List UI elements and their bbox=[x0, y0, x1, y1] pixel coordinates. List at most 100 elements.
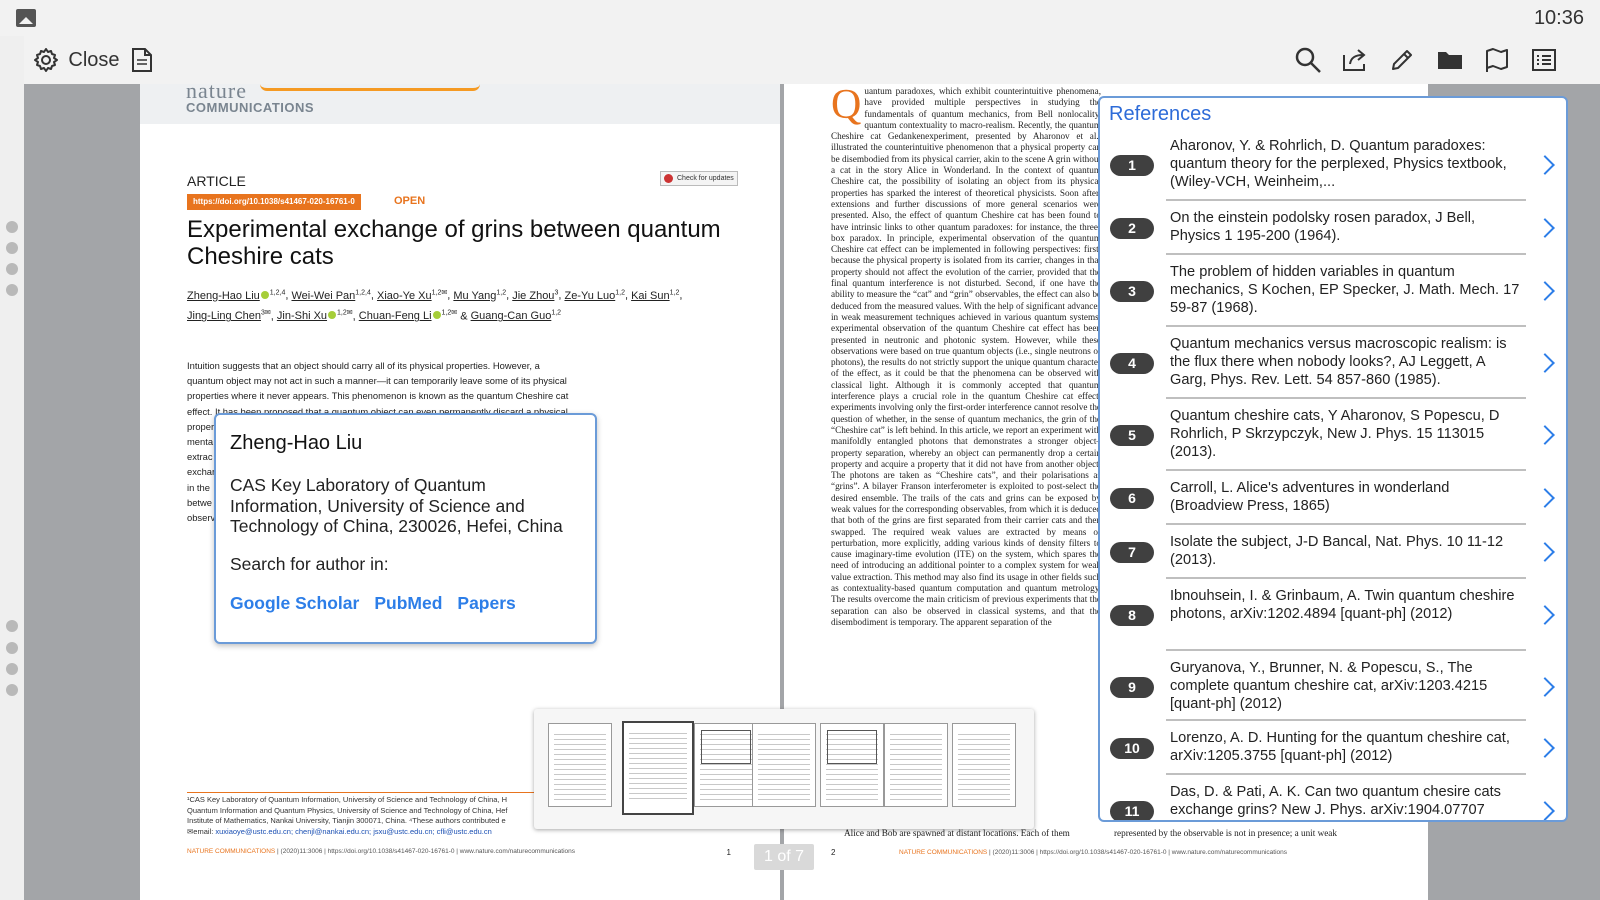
chevron-right-icon[interactable] bbox=[1535, 676, 1555, 697]
chevron-right-icon[interactable] bbox=[1535, 541, 1555, 562]
reference-text: Guryanova, Y., Brunner, N. & Popescu, S.… bbox=[1170, 660, 1488, 712]
reference-divider bbox=[1166, 773, 1526, 775]
pubmed-link[interactable]: PubMed bbox=[374, 593, 442, 614]
reference-item[interactable]: 8 Ibnouhsein, I. & Grinbaum, A. Twin quan… bbox=[1100, 588, 1566, 648]
page-footer: NATURE COMMUNICATIONS | (2020)11:3006 | … bbox=[187, 848, 747, 857]
check-for-updates-button[interactable]: Check for updates bbox=[660, 171, 738, 186]
page-thumbnail[interactable] bbox=[694, 723, 758, 807]
reference-number: 9 bbox=[1110, 676, 1154, 698]
bookmark-flag-icon[interactable] bbox=[1481, 36, 1513, 84]
author-link[interactable]: Xiao-Ye Xu1,2✉ bbox=[377, 289, 447, 302]
handle-dot bbox=[6, 242, 18, 254]
orcid-icon[interactable] bbox=[328, 311, 337, 320]
handle-dot bbox=[6, 263, 18, 275]
reference-item[interactable]: 9 Guryanova, Y., Brunner, N. & Popescu, S… bbox=[1100, 660, 1566, 720]
chevron-right-icon[interactable] bbox=[1535, 800, 1555, 820]
reference-text: Lorenzo, A. D. Hunting for the quantum c… bbox=[1170, 730, 1510, 764]
author-link[interactable]: Chuan-Feng Li 1,2✉ bbox=[359, 310, 457, 323]
chevron-right-icon[interactable] bbox=[1535, 737, 1555, 758]
reference-item[interactable]: 1 Aharonov, Y. & Rohrlich, D. Quantum par… bbox=[1100, 138, 1566, 198]
page-thumbnail[interactable] bbox=[622, 721, 694, 815]
article-title: Experimental exchange of grins between q… bbox=[187, 216, 721, 270]
reference-text: Isolate the subject, J-D Bancal, Nat. Ph… bbox=[1170, 534, 1504, 568]
body-text-tail: Alice and Bob are spawned at distant loc… bbox=[844, 828, 1070, 838]
reference-item[interactable]: 7 Isolate the subject, J-D Bancal, Nat. P… bbox=[1100, 534, 1566, 594]
orcid-icon[interactable] bbox=[432, 311, 441, 320]
author-search-links: Google Scholar PubMed Papers bbox=[230, 593, 516, 614]
abstract-line: quantum object may not act in such a man… bbox=[187, 375, 567, 387]
left-edge-handle[interactable] bbox=[0, 36, 24, 900]
chevron-right-icon[interactable] bbox=[1535, 217, 1555, 238]
author-emails[interactable]: xuxiaoye@ustc.edu.cn; chenjl@nankai.edu.… bbox=[215, 827, 491, 836]
footer-citation: | (2020)11:3006 | https://doi.org/10.103… bbox=[987, 849, 1288, 856]
list-icon[interactable] bbox=[1528, 36, 1560, 84]
journal-header: nature COMMUNICATIONS bbox=[140, 84, 780, 124]
status-clock: 10:36 bbox=[1533, 7, 1584, 29]
search-icon[interactable] bbox=[1292, 36, 1324, 84]
author-link[interactable]: Jie Zhou3 bbox=[512, 289, 558, 302]
chevron-right-icon[interactable] bbox=[1535, 280, 1555, 301]
reference-divider bbox=[1166, 397, 1526, 399]
pencil-icon[interactable] bbox=[1386, 36, 1418, 84]
footer-journal: NATURE COMMUNICATIONS bbox=[899, 849, 988, 856]
chevron-right-icon[interactable] bbox=[1535, 487, 1555, 508]
drop-cap: Q bbox=[831, 86, 862, 128]
reference-item[interactable]: 5 Quantum cheshire cats, Y Aharonov, S Po… bbox=[1100, 408, 1566, 468]
chevron-right-icon[interactable] bbox=[1535, 424, 1555, 445]
page-thumbnail[interactable] bbox=[820, 723, 884, 807]
reference-divider bbox=[1166, 719, 1526, 721]
footer-journal: NATURE COMMUNICATIONS bbox=[187, 848, 276, 855]
reference-divider bbox=[1166, 253, 1526, 255]
google-scholar-link[interactable]: Google Scholar bbox=[230, 593, 359, 614]
footer-citation: | (2020)11:3006 | https://doi.org/10.103… bbox=[275, 848, 576, 855]
reference-text: The problem of hidden variables in quant… bbox=[1170, 264, 1520, 316]
reference-number: 8 bbox=[1110, 604, 1154, 626]
doi-link[interactable]: https://doi.org/10.1038/s41467-020-16761… bbox=[187, 194, 361, 210]
author-popup: Zheng-Hao Liu CAS Key Laboratory of Quan… bbox=[214, 413, 597, 644]
gear-icon[interactable] bbox=[30, 36, 62, 84]
page-thumbnail[interactable] bbox=[884, 723, 948, 807]
handle-dot bbox=[6, 663, 18, 675]
share-icon[interactable] bbox=[1339, 36, 1371, 84]
abstract-line: Intuition suggests that an object should… bbox=[187, 360, 540, 371]
reference-item[interactable]: 4 Quantum mechanics versus macroscopic re… bbox=[1100, 336, 1566, 396]
reference-divider bbox=[1166, 523, 1526, 525]
reference-item[interactable]: 10 Lorenzo, A. D. Hunting for the quantum… bbox=[1100, 730, 1566, 790]
image-icon bbox=[16, 9, 36, 27]
orcid-icon[interactable] bbox=[260, 290, 269, 299]
status-bar: 10:36 bbox=[0, 0, 1600, 36]
reference-divider bbox=[1166, 199, 1526, 201]
document-icon[interactable] bbox=[128, 36, 156, 84]
author-link[interactable]: Wei-Wei Pan1,2,4 bbox=[291, 289, 370, 302]
reference-item[interactable]: 2 On the einstein podolsky rosen paradox,… bbox=[1100, 210, 1566, 270]
article-type: ARTICLE bbox=[187, 173, 246, 189]
author-link[interactable]: Jing-Ling Chen3✉ bbox=[187, 310, 271, 323]
papers-link[interactable]: Papers bbox=[457, 593, 515, 614]
journal-logo-sub: COMMUNICATIONS bbox=[186, 100, 315, 115]
author-link[interactable]: Zheng-Hao Liu 1,2,4 bbox=[187, 289, 285, 302]
chevron-right-icon[interactable] bbox=[1535, 604, 1555, 625]
chevron-right-icon[interactable] bbox=[1535, 352, 1555, 373]
thumbnail-strip[interactable] bbox=[534, 709, 1034, 829]
page-thumbnail[interactable] bbox=[952, 723, 1016, 807]
handle-dot bbox=[6, 642, 18, 654]
author-link[interactable]: Jin-Shi Xu 1,2✉ bbox=[277, 310, 353, 323]
page-number: 1 bbox=[726, 848, 731, 857]
author-link[interactable]: Ze-Yu Luo1,2 bbox=[564, 289, 625, 302]
author-link[interactable]: Guang-Can Guo1,2 bbox=[471, 310, 561, 323]
reference-item[interactable]: 6 Carroll, L. Alice's adventures in wonde… bbox=[1100, 480, 1566, 540]
chevron-right-icon[interactable] bbox=[1535, 154, 1555, 175]
reference-text: Aharonov, Y. & Rohrlich, D. Quantum para… bbox=[1170, 138, 1507, 190]
page-thumbnail[interactable] bbox=[548, 723, 612, 807]
page-thumbnail[interactable] bbox=[752, 723, 816, 807]
close-button[interactable]: Close bbox=[68, 36, 120, 84]
abstract-line: properties where it never appears. This … bbox=[187, 390, 569, 402]
reference-text: Quantum cheshire cats, Y Aharonov, S Pop… bbox=[1170, 408, 1500, 460]
author-link[interactable]: Kai Sun1,2 bbox=[631, 289, 679, 302]
reference-divider bbox=[1166, 469, 1526, 471]
reference-item[interactable]: 3 The problem of hidden variables in quan… bbox=[1100, 264, 1566, 324]
references-panel[interactable]: References 1 Aharonov, Y. & Rohrlich, D. … bbox=[1098, 96, 1568, 822]
folder-icon[interactable] bbox=[1434, 36, 1466, 84]
reference-item[interactable]: 11 Das, D. & Pati, A. K. Can two quantum … bbox=[1100, 784, 1566, 820]
author-link[interactable]: Mu Yang1,2 bbox=[453, 289, 506, 302]
